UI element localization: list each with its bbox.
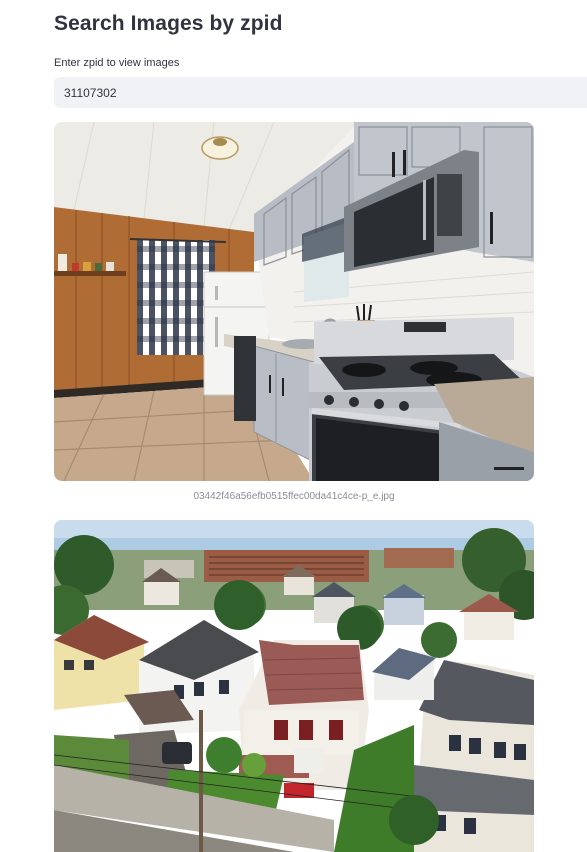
app-page: Search Images by zpid Enter zpid to view… (0, 0, 587, 852)
zpid-input-label: Enter zpid to view images (54, 57, 180, 69)
image-caption: 03442f46a56efb0515ffec00da41c4ce-p_e.jpg (193, 491, 395, 502)
page-title: Search Images by zpid (54, 12, 283, 35)
listing-image-aerial (54, 520, 534, 852)
zpid-input[interactable] (54, 77, 587, 108)
listing-image-kitchen (54, 122, 534, 481)
